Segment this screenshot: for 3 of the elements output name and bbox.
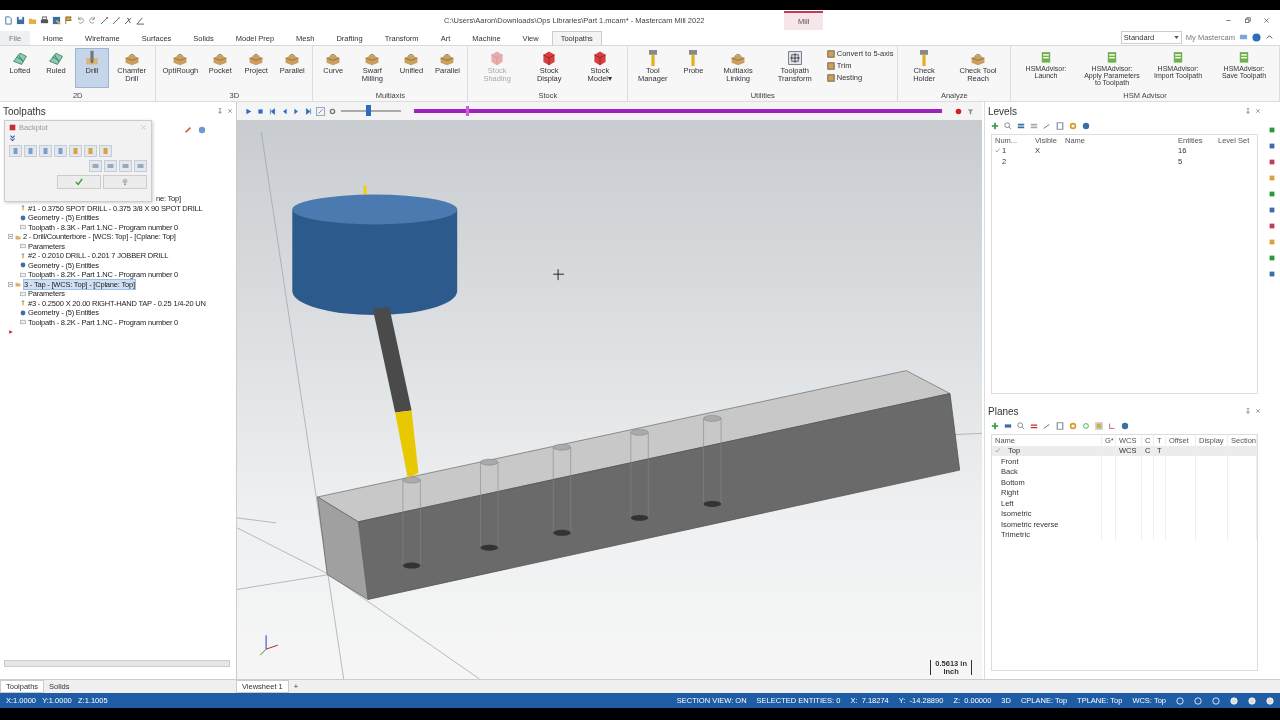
panel-title: Levels: [988, 105, 1017, 117]
panel-title: Toolpaths: [3, 105, 46, 117]
panel-title: Planes: [988, 405, 1019, 417]
